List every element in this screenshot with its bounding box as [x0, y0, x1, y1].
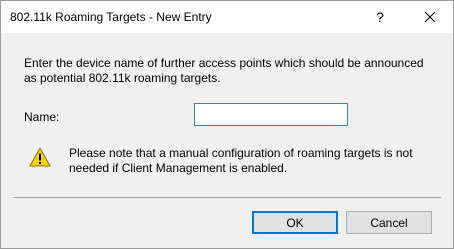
window-title: 802.11k Roaming Targets - New Entry [10, 10, 212, 24]
name-label: Name: [24, 110, 60, 124]
separator [13, 197, 441, 198]
name-input[interactable] [194, 103, 348, 126]
dialog-window: 802.11k Roaming Targets - New Entry ? En… [0, 0, 454, 249]
dialog-content: Enter the device name of further access … [1, 33, 453, 248]
help-icon: ? [376, 9, 384, 25]
title-bar: 802.11k Roaming Targets - New Entry ? [1, 1, 453, 33]
close-button[interactable] [407, 1, 453, 33]
cancel-button[interactable]: Cancel [346, 211, 432, 234]
close-icon [424, 11, 436, 23]
warning-text: Please note that a manual configuration … [69, 146, 413, 175]
warning-icon [29, 147, 51, 167]
help-button[interactable]: ? [357, 1, 403, 33]
description-text: Enter the device name of further access … [24, 56, 424, 85]
ok-button[interactable]: OK [252, 211, 338, 234]
